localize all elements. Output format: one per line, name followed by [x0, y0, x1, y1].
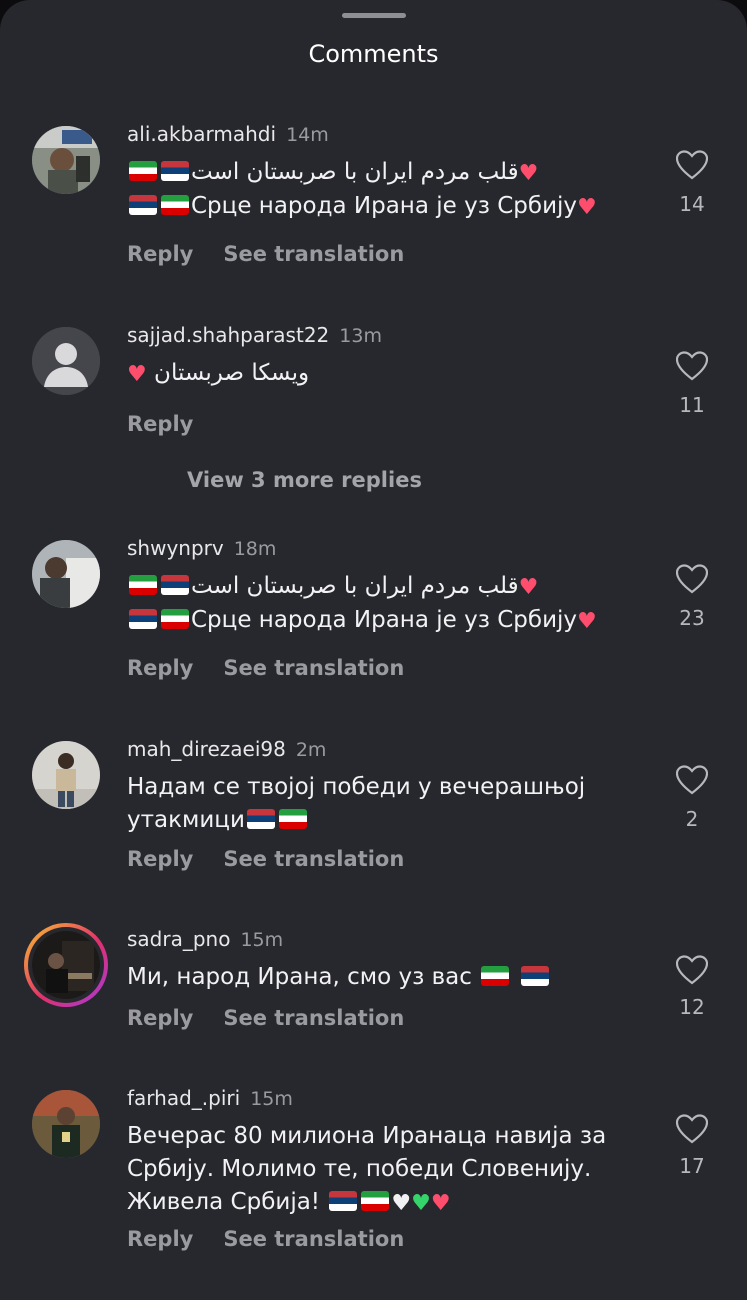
see-translation-button[interactable]: See translation: [223, 656, 404, 680]
comment-line: قلب مردم ایران با صربستان است: [191, 573, 519, 599]
comment-username[interactable]: sadra_pno: [127, 927, 230, 951]
avatar[interactable]: [32, 126, 100, 194]
iran-flag-icon: [481, 966, 510, 986]
reply-button[interactable]: Reply: [127, 847, 193, 871]
reply-button[interactable]: Reply: [127, 412, 193, 436]
like-heart-icon[interactable]: [676, 1114, 708, 1144]
comment-line: Србију. Молимо те, победи Словенију.: [127, 1156, 592, 1182]
heart-emoji-icon: ♥: [577, 609, 597, 634]
iran-flag-icon: [361, 1191, 390, 1211]
like-heart-icon[interactable]: [676, 150, 708, 180]
comment-username[interactable]: farhad_.piri: [127, 1086, 240, 1110]
iran-flag-icon: [161, 609, 189, 629]
see-translation-button[interactable]: See translation: [223, 847, 404, 871]
see-translation-button[interactable]: See translation: [223, 1006, 404, 1030]
comment-line: ویسکا صربستان: [154, 360, 310, 386]
see-translation-button[interactable]: See translation: [223, 242, 404, 266]
reply-button[interactable]: Reply: [127, 242, 193, 266]
serbia-flag-icon: [246, 809, 275, 829]
comment-line: Ми, народ Ирана, смо уз вас: [127, 964, 472, 990]
like-heart-icon[interactable]: [676, 351, 708, 381]
serbia-flag-icon: [161, 161, 189, 181]
heart-emoji-icon: ♥: [518, 161, 539, 186]
like-count: 17: [679, 1154, 705, 1178]
comment-text: Вечерас 80 милиона Иранаца навија за Срб…: [127, 1120, 647, 1220]
comment-time: 14m: [286, 124, 329, 146]
default-avatar[interactable]: [32, 327, 100, 395]
serbia-flag-icon: [329, 1191, 358, 1211]
like-count: 11: [679, 393, 705, 417]
comment-time: 13m: [339, 325, 382, 347]
comments-sheet: Comments ali.akbarmahdi 14m قلب مردم ایرا…: [0, 0, 747, 1300]
like-heart-icon[interactable]: [676, 955, 708, 985]
comment-time: 2m: [295, 739, 327, 761]
comment-time: 18m: [233, 538, 277, 560]
heart-emoji-icon: ♥: [518, 575, 539, 600]
comment-line: قلب مردم ایران با صربستان است: [191, 159, 519, 185]
comment-text: قلب مردم ایران با صربستان است♥ Срце наро…: [127, 156, 647, 224]
comment-line: Живела Србија!: [127, 1189, 321, 1215]
comment-username[interactable]: mah_direzaei98: [127, 737, 286, 761]
like-heart-icon[interactable]: [676, 564, 708, 594]
reply-button[interactable]: Reply: [127, 1006, 193, 1030]
avatar[interactable]: [32, 741, 100, 809]
comment-line: Срце народа Ирана је уз Србију: [191, 193, 578, 219]
like-heart-icon[interactable]: [676, 765, 708, 795]
comment-text: Надам се твојој победи у вечерашњој утак…: [127, 771, 647, 837]
heart-emoji-icon: ♥: [577, 195, 597, 220]
heart-emoji-icon: ♥: [127, 362, 147, 387]
serbia-flag-icon: [520, 966, 549, 986]
comment-line: утакмици: [127, 807, 245, 833]
reply-button[interactable]: Reply: [127, 656, 193, 680]
comment-username[interactable]: shwynprv: [127, 536, 224, 560]
iran-flag-icon: [129, 161, 157, 181]
iran-flag-icon: [129, 575, 157, 595]
serbia-flag-icon: [161, 575, 189, 595]
comment-text: ♥ ویسکا صربستان: [127, 357, 647, 391]
avatar[interactable]: [32, 540, 100, 608]
story-ring-avatar[interactable]: [24, 923, 108, 1007]
serbia-flag-icon: [129, 609, 157, 629]
comment-username[interactable]: ali.akbarmahdi: [127, 122, 276, 146]
drag-handle[interactable]: [342, 13, 406, 18]
like-count: 12: [679, 995, 705, 1019]
avatar[interactable]: [32, 1090, 100, 1158]
see-translation-button[interactable]: See translation: [223, 1227, 404, 1251]
comment-text: قلب مردم ایران با صربستان است♥ Срце наро…: [127, 570, 647, 638]
white-heart-emoji-icon: ♥: [391, 1191, 412, 1216]
comment-line: Вечерас 80 милиона Иранаца навија за: [127, 1123, 607, 1149]
comment-time: 15m: [250, 1088, 293, 1110]
serbia-flag-icon: [129, 195, 157, 215]
comment-time: 15m: [240, 929, 284, 951]
comment-text: Ми, народ Ирана, смо уз вас: [127, 961, 647, 994]
red-heart-emoji-icon: ♥: [430, 1191, 451, 1216]
like-count: 2: [685, 807, 699, 831]
reply-button[interactable]: Reply: [127, 1227, 193, 1251]
comment-username[interactable]: sajjad.shahparast22: [127, 323, 329, 347]
green-heart-emoji-icon: ♥: [411, 1191, 431, 1216]
comment-line: Срце народа Ирана је уз Србију: [191, 607, 578, 633]
like-count: 14: [679, 192, 705, 216]
iran-flag-icon: [161, 195, 189, 215]
iran-flag-icon: [278, 809, 307, 829]
sheet-title: Comments: [308, 40, 439, 68]
like-count: 23: [679, 606, 705, 630]
view-more-replies-button[interactable]: View 3 more replies: [187, 468, 422, 492]
comment-line: Надам се твојој победи у вечерашњој: [127, 774, 586, 800]
